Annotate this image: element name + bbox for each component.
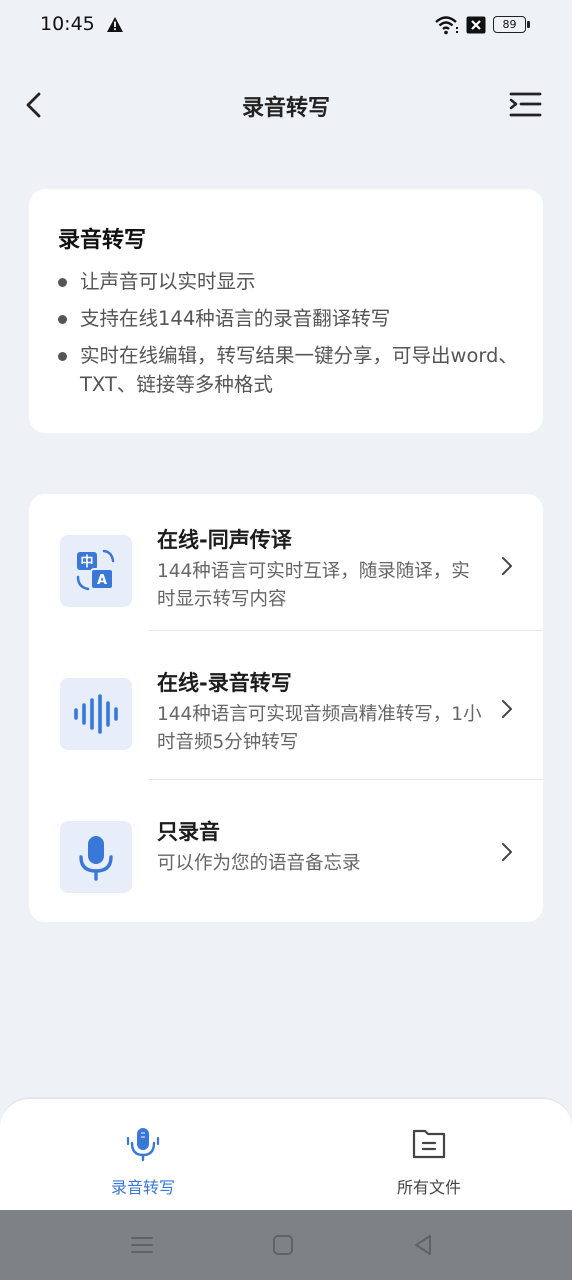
bullet-dot bbox=[58, 352, 67, 361]
svg-text:A: A bbox=[97, 573, 107, 588]
tab-label: 录音转写 bbox=[110, 1178, 175, 1197]
status-time: 10:45 bbox=[40, 13, 95, 35]
back-nav-icon[interactable] bbox=[410, 1232, 436, 1258]
svg-text:中: 中 bbox=[80, 554, 93, 570]
list-menu-icon[interactable] bbox=[506, 88, 544, 122]
bullet-dot bbox=[58, 315, 67, 324]
feature-title: 只录音 bbox=[157, 820, 220, 844]
intro-bullet: 支持在线144种语言的录音翻译转写 bbox=[58, 304, 520, 333]
waveform-icon bbox=[74, 694, 118, 734]
bullet-dot bbox=[58, 278, 67, 287]
microphone-wave-icon bbox=[126, 1128, 160, 1162]
chevron-right-icon bbox=[502, 843, 512, 861]
intro-bullet-text: 让声音可以实时显示 bbox=[80, 270, 256, 293]
feature-title: 在线-同声传译 bbox=[157, 528, 292, 552]
intro-card: 录音转写 让声音可以实时显示 支持在线144种语言的录音翻译转写 实时在线编辑，… bbox=[29, 189, 543, 433]
battery-icon: 89 bbox=[493, 16, 531, 35]
microphone-icon bbox=[79, 836, 113, 881]
intro-bullet: 实时在线编辑，转写结果一键分享，可导出word、TXT、链接等多种格式 bbox=[58, 341, 520, 399]
sim-off-icon bbox=[466, 16, 486, 34]
tab-label: 所有文件 bbox=[396, 1178, 461, 1197]
system-nav-bar bbox=[0, 1210, 572, 1280]
chevron-right-icon bbox=[502, 557, 512, 575]
battery-tip bbox=[527, 21, 530, 28]
intro-bullet: 让声音可以实时显示 bbox=[58, 267, 520, 296]
home-icon[interactable] bbox=[270, 1232, 296, 1258]
tab-all-files[interactable]: 所有文件 bbox=[286, 1099, 572, 1212]
intro-title: 录音转写 bbox=[58, 228, 147, 253]
feature-desc: 可以作为您的语音备忘录 bbox=[157, 853, 361, 874]
feature-item-record-only[interactable]: 只录音 可以作为您的语音备忘录 bbox=[29, 780, 543, 922]
feature-title: 在线-录音转写 bbox=[157, 671, 292, 695]
bottom-tab-bar: 录音转写 所有文件 bbox=[0, 1097, 572, 1212]
tab-recording-transcription[interactable]: 录音转写 bbox=[0, 1099, 286, 1212]
status-bar: 10:45 89 bbox=[0, 0, 572, 52]
feature-desc: 144种语言可实现音频高精准转写，1小时音频5分钟转写 bbox=[157, 704, 482, 753]
translate-icon-box: 中 A bbox=[60, 535, 132, 607]
battery-level: 89 bbox=[493, 16, 526, 33]
intro-bullet-text: 实时在线编辑，转写结果一键分享，可导出word、TXT、链接等多种格式 bbox=[80, 344, 518, 396]
header-bar: 录音转写 bbox=[0, 72, 572, 138]
wifi-icon bbox=[435, 16, 458, 35]
translate-icon: 中 A bbox=[76, 549, 115, 591]
warning-icon bbox=[107, 17, 123, 32]
file-icon bbox=[412, 1129, 446, 1159]
microphone-icon-box bbox=[60, 821, 132, 893]
feature-item-recording-transcription[interactable]: 在线-录音转写 144种语言可实现音频高精准转写，1小时音频5分钟转写 bbox=[29, 631, 543, 779]
chevron-right-icon bbox=[502, 700, 512, 718]
waveform-icon-box bbox=[60, 678, 132, 750]
feature-desc: 144种语言可实时互译，随录随译，实时显示转写内容 bbox=[157, 561, 470, 610]
feature-item-simultaneous-interpretation[interactable]: 中 A 在线-同声传译 144种语言可实时互译，随录随译，实时显示转写内容 bbox=[29, 494, 543, 630]
intro-bullet-text: 支持在线144种语言的录音翻译转写 bbox=[80, 307, 391, 330]
recents-icon[interactable] bbox=[129, 1232, 155, 1258]
page-title: 录音转写 bbox=[241, 96, 330, 121]
feature-list: 中 A 在线-同声传译 144种语言可实时互译，随录随译，实时显示转写内容 在线… bbox=[29, 494, 543, 922]
